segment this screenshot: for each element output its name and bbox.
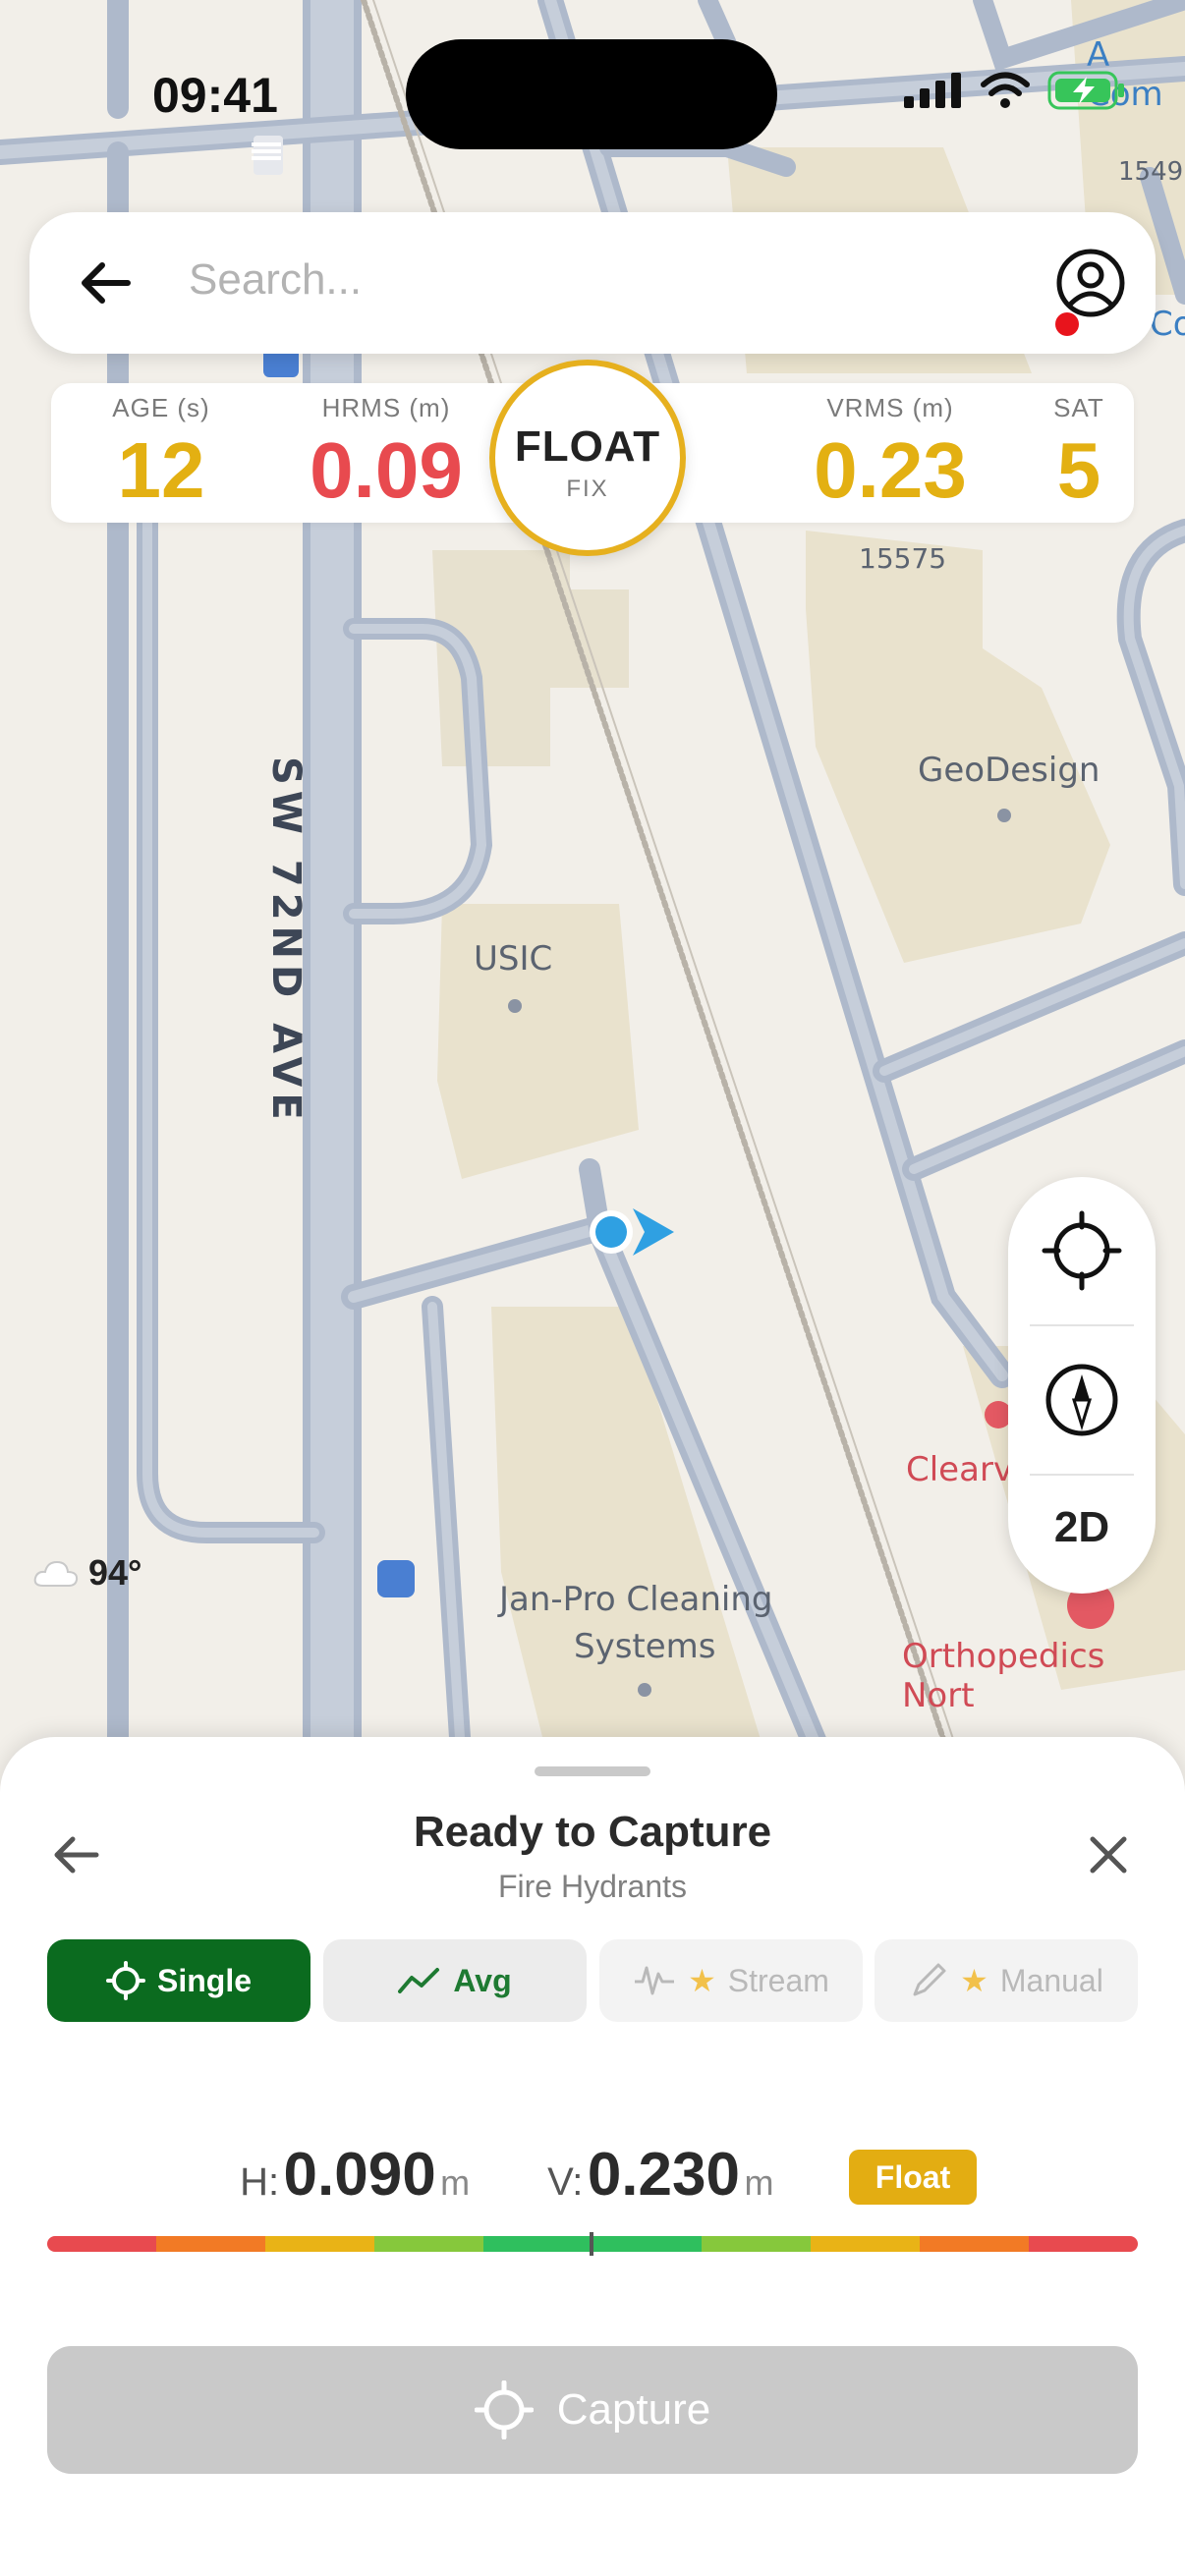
compass-icon bbox=[1045, 1364, 1118, 1436]
wifi-icon bbox=[981, 72, 1030, 108]
map-label-clearv: Clearv bbox=[906, 1450, 1014, 1489]
sat-value: 5 bbox=[1056, 426, 1101, 514]
locate-button[interactable] bbox=[1008, 1177, 1156, 1324]
v-label: V: bbox=[547, 2160, 584, 2204]
fix-title: FLOAT bbox=[514, 422, 661, 471]
v-unit: m bbox=[744, 2162, 774, 2203]
search-bar: Search... bbox=[29, 212, 1156, 354]
close-icon[interactable] bbox=[1079, 1825, 1138, 1884]
map-handle-icon bbox=[252, 140, 281, 169]
quality-marker bbox=[590, 2232, 593, 2256]
street-label: SW 72ND AVE bbox=[263, 756, 309, 1126]
fix-status-indicator[interactable]: FLOAT FIX bbox=[489, 360, 686, 556]
map-label-janpro-1: Jan-Pro Cleaning bbox=[499, 1580, 773, 1619]
h-value: 0.090 bbox=[283, 2141, 436, 2209]
sheet-subtitle: Fire Hydrants bbox=[497, 1869, 688, 1904]
h-unit: m bbox=[440, 2162, 471, 2203]
map-label-15495: 15495 bbox=[1118, 157, 1185, 187]
crosshair-icon bbox=[1042, 1210, 1122, 1291]
sheet-title: Ready to Capture bbox=[413, 1808, 772, 1856]
mode-avg-button[interactable]: Avg bbox=[323, 1939, 587, 2022]
mode-manual-button[interactable]: ★ Manual bbox=[875, 1939, 1138, 2022]
status-time: 09:41 bbox=[152, 68, 278, 123]
compass-button[interactable] bbox=[1008, 1326, 1156, 1474]
mode-stream-label: Stream bbox=[727, 1962, 829, 1998]
mode-single-label: Single bbox=[156, 1962, 252, 1998]
trend-line-icon bbox=[398, 1968, 440, 1993]
search-input[interactable]: Search... bbox=[189, 255, 362, 305]
capture-mode-selector: Single Avg ★ Stream ★ Manual bbox=[47, 1939, 1138, 2022]
mode-single-button[interactable]: Single bbox=[47, 1939, 310, 2022]
vrms-value: 0.23 bbox=[814, 426, 967, 514]
battery-charging-icon bbox=[1047, 71, 1124, 110]
map-label-usic: USIC bbox=[474, 939, 553, 979]
dynamic-island bbox=[406, 39, 777, 149]
crosshair-icon bbox=[105, 1961, 145, 2000]
view-mode-button[interactable]: 2D bbox=[1008, 1462, 1156, 1594]
v-value: 0.230 bbox=[587, 2141, 740, 2209]
sat-stat: SAT 5 bbox=[1020, 383, 1138, 514]
age-value: 12 bbox=[117, 426, 205, 514]
pulse-icon bbox=[635, 1966, 675, 1995]
status-icons bbox=[904, 71, 1126, 110]
pencil-icon bbox=[913, 1963, 946, 1996]
sheet-handle[interactable] bbox=[535, 1766, 650, 1776]
star-icon: ★ bbox=[960, 1963, 988, 1998]
temperature: 94° bbox=[88, 1552, 142, 1593]
crosshair-icon bbox=[474, 2380, 534, 2439]
accuracy-readout: H: 0.090 m V: 0.230 m bbox=[0, 2140, 1185, 2210]
star-icon: ★ bbox=[688, 1963, 716, 1998]
age-label: AGE (s) bbox=[112, 393, 210, 422]
hrms-value: 0.09 bbox=[310, 426, 463, 514]
mode-manual-label: Manual bbox=[999, 1962, 1103, 1998]
profile-icon[interactable] bbox=[1055, 248, 1126, 318]
h-label: H: bbox=[240, 2160, 280, 2204]
vrms-label: VRMS (m) bbox=[826, 393, 954, 422]
map-label-15575: 15575 bbox=[859, 542, 947, 575]
hrms-stat: HRMS (m) 0.09 bbox=[244, 383, 529, 514]
map-label-ortho: Orthopedics Nort bbox=[902, 1637, 1105, 1715]
notification-dot bbox=[1055, 312, 1079, 336]
sat-label: SAT bbox=[1053, 393, 1104, 422]
map-label-geodesign: GeoDesign bbox=[918, 751, 1100, 790]
mode-avg-label: Avg bbox=[453, 1962, 512, 1998]
hrms-label: HRMS (m) bbox=[321, 393, 451, 422]
view-mode-label: 2D bbox=[1053, 1503, 1110, 1551]
vrms-stat: VRMS (m) 0.23 bbox=[745, 383, 1036, 514]
capture-button[interactable]: Capture bbox=[47, 2346, 1138, 2474]
weather-widget: 94° bbox=[33, 1552, 141, 1594]
age-stat: AGE (s) 12 bbox=[59, 383, 263, 514]
fix-badge: Float bbox=[849, 2150, 977, 2205]
capture-sheet: Ready to Capture Fire Hydrants Single Av… bbox=[0, 1737, 1185, 2576]
fix-subtitle: FIX bbox=[566, 476, 609, 502]
signal-icon bbox=[904, 73, 961, 108]
map-label-janpro-2: Systems bbox=[574, 1627, 716, 1666]
mode-stream-button[interactable]: ★ Stream bbox=[599, 1939, 863, 2022]
back-arrow-icon[interactable] bbox=[77, 253, 136, 312]
map-controls: 2D bbox=[1008, 1177, 1156, 1594]
cloud-icon bbox=[33, 1560, 79, 1587]
capture-label: Capture bbox=[556, 2385, 711, 2434]
